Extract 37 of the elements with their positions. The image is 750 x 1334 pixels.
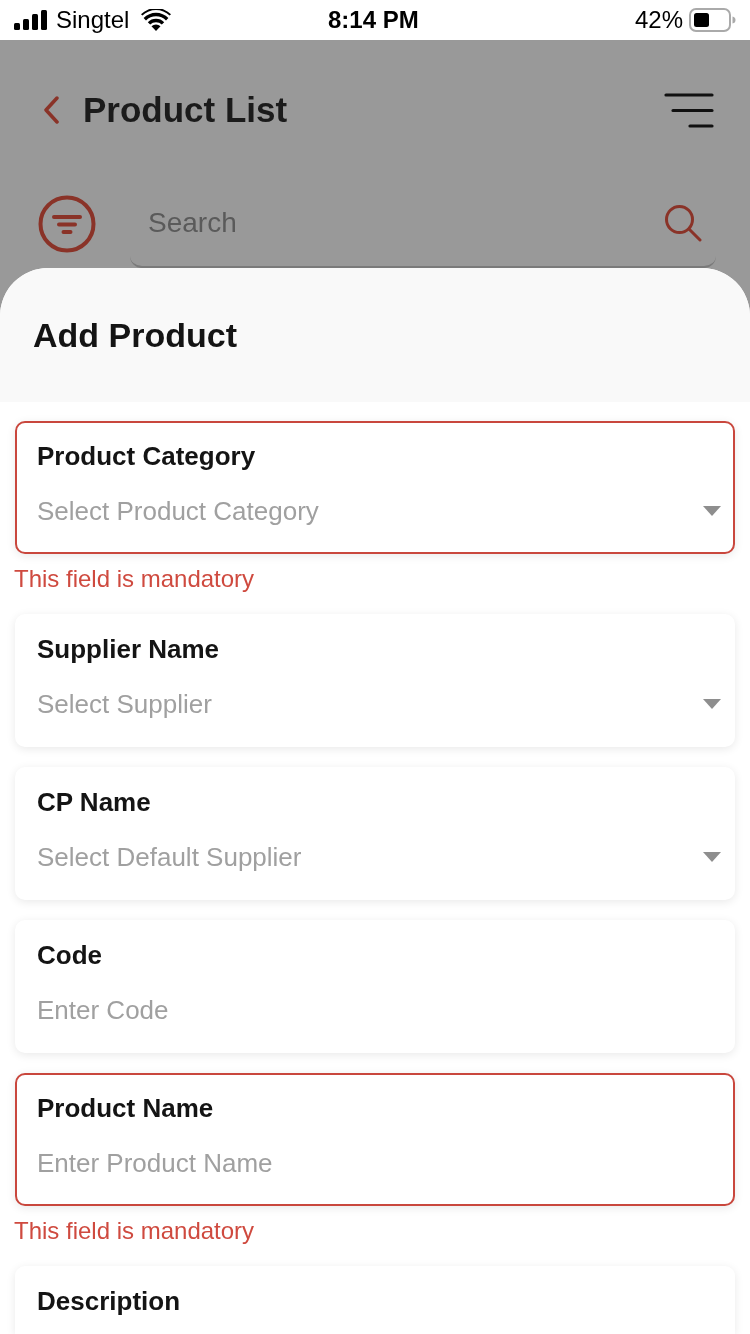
field-label: Code <box>37 939 102 972</box>
search-input[interactable]: Search <box>148 202 664 244</box>
error-message: This field is mandatory <box>14 1216 255 1246</box>
page-title: Product List <box>83 89 288 131</box>
sheet-title: Add Product <box>33 315 237 355</box>
carrier-name: Singtel <box>56 6 130 34</box>
search-icon[interactable] <box>664 204 702 242</box>
filter-button[interactable] <box>38 195 96 253</box>
field-label: Product Category <box>37 440 256 473</box>
placeholder-text: Select Product Category <box>37 495 320 528</box>
battery-percentage: 42% <box>634 6 683 34</box>
input-field[interactable]: Enter Product Name <box>37 1145 721 1181</box>
field-label: Product Name <box>37 1092 214 1125</box>
dropdown-caret-icon <box>703 699 721 709</box>
form-field[interactable]: Description <box>15 1266 735 1334</box>
back-chevron-icon <box>41 96 61 124</box>
wifi-icon <box>141 9 172 31</box>
field-label: CP Name <box>37 786 151 819</box>
text-field[interactable]: Code Enter Code <box>15 920 735 1053</box>
dropdown-field[interactable]: CP Name Select Default Supplier <box>15 767 735 900</box>
dropdown-field[interactable]: Supplier Name Select Supplier <box>15 614 735 747</box>
text-field[interactable]: Product Name Enter Product Name <box>15 1073 735 1206</box>
signal-icon <box>14 10 48 30</box>
dropdown-caret-icon <box>703 852 721 862</box>
filter-icon <box>38 195 96 253</box>
error-message: This field is mandatory <box>14 564 255 594</box>
menu-button[interactable] <box>664 92 714 128</box>
field-label: Supplier Name <box>37 633 220 666</box>
menu-icon <box>664 92 714 128</box>
battery-icon <box>689 8 736 32</box>
placeholder-text: Select Supplier <box>37 688 213 721</box>
status-time: 8:14 PM <box>328 6 419 34</box>
dropdown-caret-icon <box>703 506 721 516</box>
field-label: Description <box>37 1285 181 1318</box>
placeholder-text: Select Default Supplier <box>37 841 303 874</box>
input-field[interactable]: Enter Code <box>37 992 721 1028</box>
dropdown-field[interactable]: Product Category Select Product Category <box>15 421 735 554</box>
